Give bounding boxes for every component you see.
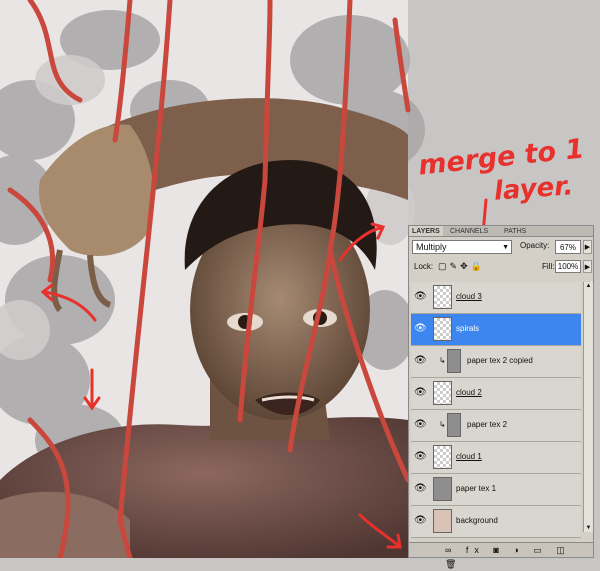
layer-thumbnail bbox=[433, 477, 452, 501]
tab-paths[interactable]: PATHS bbox=[501, 226, 529, 236]
layer-thumbnail bbox=[433, 509, 452, 533]
fill-slider-arrow-icon[interactable]: ▶ bbox=[583, 260, 592, 273]
tab-layers[interactable]: LAYERS bbox=[409, 226, 443, 236]
layer-thumbnail bbox=[433, 317, 452, 341]
eye-icon[interactable]: 👁 bbox=[414, 387, 427, 399]
layer-row-paper-tex-2-copied[interactable]: 👁 ↳ paper tex 2 copied bbox=[411, 346, 581, 378]
opacity-input[interactable]: 67% bbox=[555, 240, 581, 254]
annotation-line-2: layer. bbox=[493, 171, 575, 207]
eye-icon[interactable]: 👁 bbox=[414, 515, 427, 527]
layer-thumbnail bbox=[433, 445, 452, 469]
layer-name: background bbox=[456, 516, 498, 525]
lock-transparency-icon[interactable]: ▢ bbox=[438, 261, 450, 271]
lock-options[interactable]: ▢✎✥🔒 bbox=[438, 261, 485, 272]
layers-panel: LAYERS CHANNELS PATHS Multiply ▼ Opacity… bbox=[408, 225, 594, 569]
lock-position-icon[interactable]: ✥ bbox=[460, 261, 471, 271]
layer-name: paper tex 2 bbox=[467, 420, 508, 429]
layer-name: cloud 3 bbox=[456, 292, 482, 301]
layer-name: spirals bbox=[456, 324, 480, 333]
eye-icon[interactable]: 👁 bbox=[414, 355, 427, 367]
layer-name: cloud 2 bbox=[456, 388, 482, 397]
layer-row-paper-tex-2[interactable]: 👁 ↳ paper tex 2 bbox=[411, 410, 581, 442]
opacity-slider-arrow-icon[interactable]: ▶ bbox=[583, 240, 592, 254]
layer-row-spirals[interactable]: 👁 spirals bbox=[411, 314, 581, 346]
scroll-up-icon[interactable]: ▲ bbox=[584, 283, 593, 289]
lock-label: Lock: bbox=[414, 262, 434, 271]
lock-all-icon[interactable]: 🔒 bbox=[471, 261, 485, 271]
layer-name: cloud 1 bbox=[456, 452, 482, 461]
layer-thumbnail bbox=[447, 349, 461, 373]
layers-list: 👁 cloud 3 👁 spirals 👁 ↳ paper tex 2 copi… bbox=[411, 282, 581, 538]
layer-row-cloud-3[interactable]: 👁 cloud 3 bbox=[411, 282, 581, 314]
fill-label: Fill: bbox=[542, 262, 555, 271]
layer-row-background[interactable]: 👁 background bbox=[411, 506, 581, 538]
layers-scrollbar[interactable]: ▲ ▼ bbox=[583, 282, 593, 532]
fill-input[interactable]: 100% bbox=[555, 260, 581, 273]
chevron-down-icon: ▼ bbox=[502, 244, 509, 251]
blend-mode-select[interactable]: Multiply ▼ bbox=[412, 240, 512, 254]
layer-name: paper tex 1 bbox=[456, 484, 497, 493]
panel-tabs: LAYERS CHANNELS PATHS bbox=[409, 226, 593, 237]
layer-name: paper tex 2 copied bbox=[467, 356, 533, 365]
tab-channels[interactable]: CHANNELS bbox=[447, 226, 491, 236]
scroll-down-icon[interactable]: ▼ bbox=[584, 525, 593, 531]
blend-mode-value: Multiply bbox=[416, 242, 447, 252]
eye-icon[interactable]: 👁 bbox=[414, 451, 427, 463]
clipping-arrow-icon: ↳ bbox=[439, 420, 446, 429]
eye-icon[interactable]: 👁 bbox=[414, 483, 427, 495]
clipping-arrow-icon: ↳ bbox=[439, 356, 446, 365]
eye-icon[interactable]: 👁 bbox=[414, 291, 427, 303]
layer-thumbnail bbox=[433, 285, 452, 309]
layer-row-cloud-1[interactable]: 👁 cloud 1 bbox=[411, 442, 581, 474]
eye-icon[interactable]: 👁 bbox=[414, 323, 427, 335]
layer-row-cloud-2[interactable]: 👁 cloud 2 bbox=[411, 378, 581, 410]
lock-pixels-icon[interactable]: ✎ bbox=[450, 261, 461, 271]
layer-thumbnail bbox=[433, 381, 452, 405]
layer-row-paper-tex-1[interactable]: 👁 paper tex 1 bbox=[411, 474, 581, 506]
eye-icon[interactable]: 👁 bbox=[414, 419, 427, 431]
opacity-label: Opacity: bbox=[520, 241, 550, 250]
layer-thumbnail bbox=[447, 413, 461, 437]
panel-bottom-toolbar[interactable]: ∞ fx ◙ ◑ ▭ ◫ 🗑 bbox=[409, 542, 593, 569]
